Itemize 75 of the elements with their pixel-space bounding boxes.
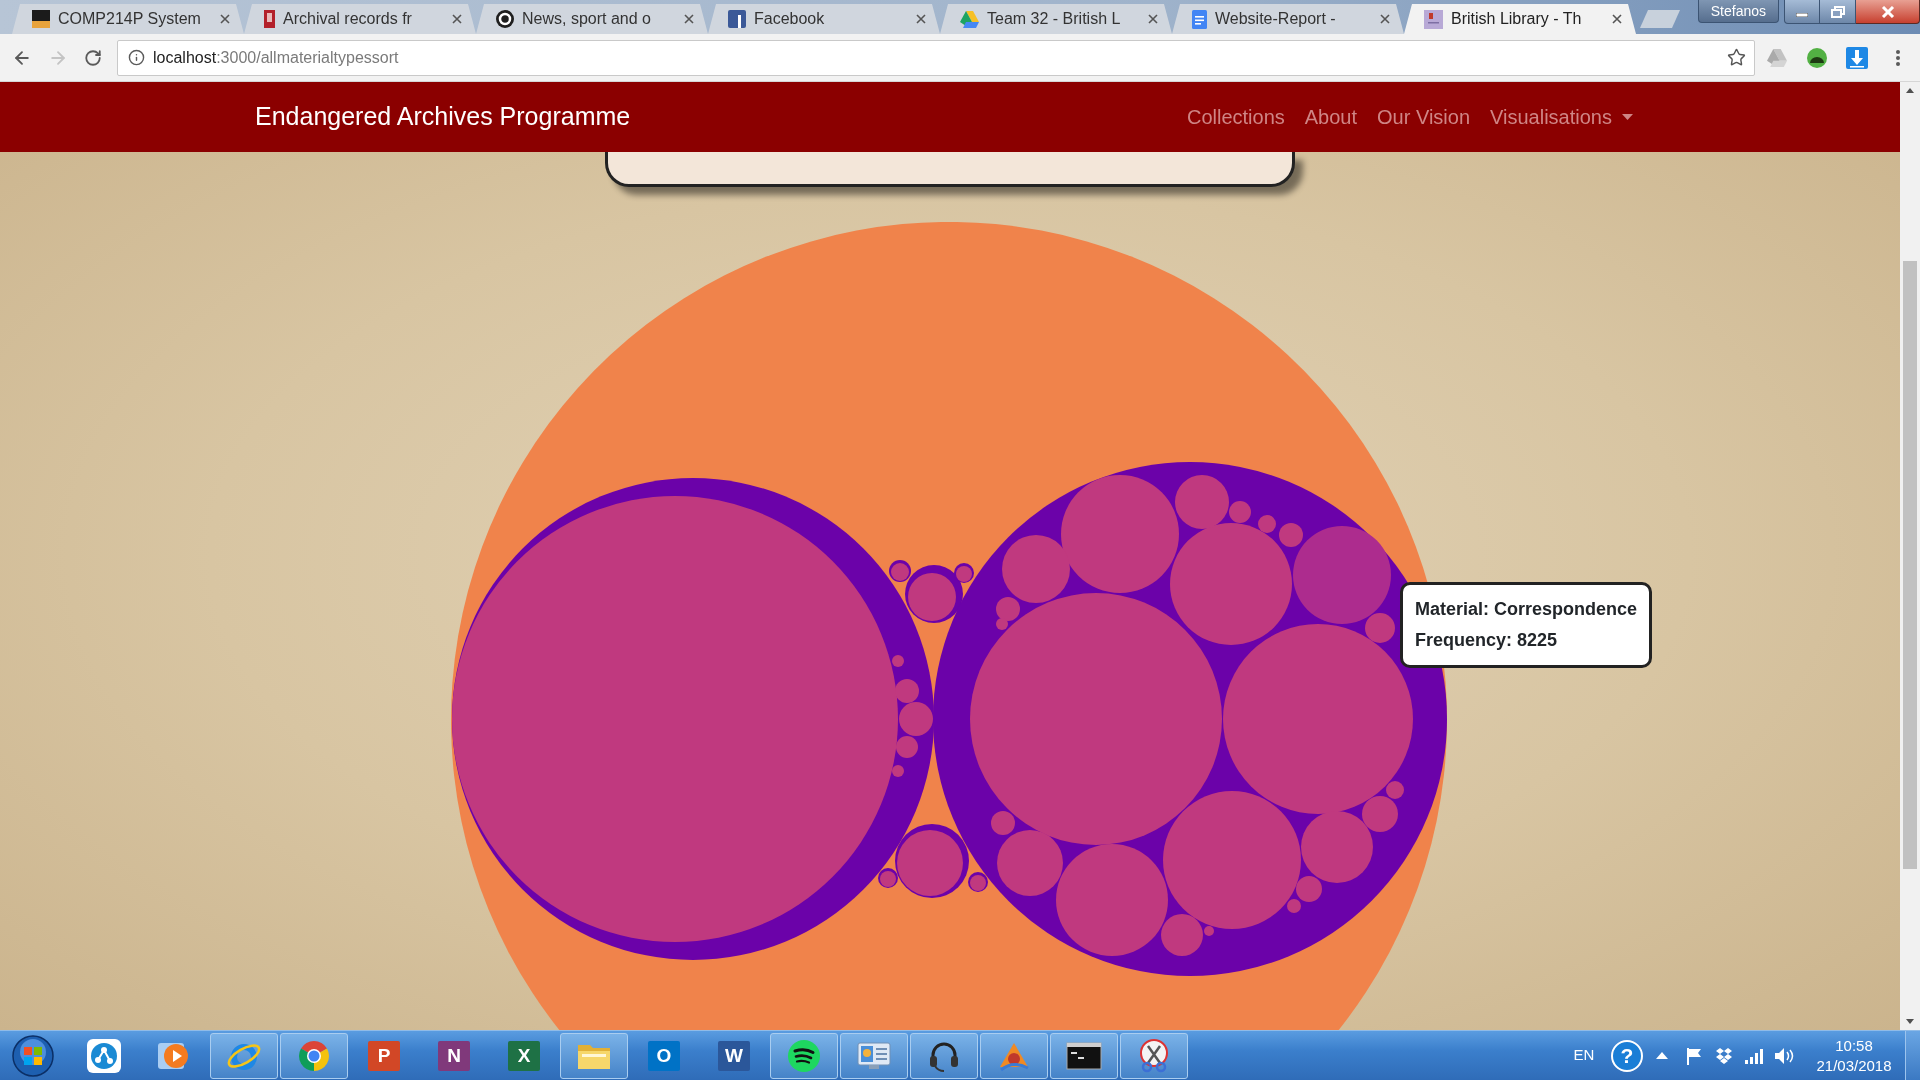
minimize-button[interactable] — [1784, 0, 1820, 24]
triangle-down-icon — [1906, 1019, 1914, 1024]
tooltip-text: Frequency: 8225 — [1415, 629, 1559, 652]
browser-tab[interactable]: Team 32 - British L — [940, 4, 1172, 34]
letter-logo: W — [718, 1040, 750, 1071]
tricolor-circle-icon — [297, 1038, 331, 1073]
circle-logo-icon — [496, 10, 514, 28]
browser-tab[interactable]: COMP214P System — [12, 4, 244, 34]
tile-icon — [32, 10, 50, 28]
square-logo-icon — [728, 10, 746, 28]
taskbar-button[interactable]: O — [630, 1032, 698, 1079]
taskbar-button[interactable]: W — [700, 1032, 768, 1079]
diamonds-icon[interactable] — [1715, 1047, 1733, 1064]
share-nodes-icon — [87, 1038, 121, 1073]
triangle-up-icon — [1906, 88, 1914, 93]
caret-up-icon[interactable] — [1656, 1052, 1668, 1059]
taskbar-button[interactable]: X — [490, 1032, 558, 1079]
bookmark-star-icon[interactable] — [1727, 48, 1746, 67]
address-field[interactable]: localhost:3000/allmaterialtypessort — [117, 39, 1755, 76]
letter-logo: N — [438, 1040, 470, 1071]
browser-tab[interactable]: Archival records fr — [244, 4, 476, 34]
letter-logo: P — [368, 1040, 400, 1071]
close-icon[interactable] — [684, 14, 694, 24]
letter-logo: O — [648, 1040, 680, 1071]
close-icon[interactable] — [1612, 14, 1622, 24]
triangle-logo-icon — [960, 10, 979, 28]
signal-bars-icon[interactable] — [1745, 1047, 1763, 1064]
brand-link[interactable]: Endangered Archives Programme — [255, 98, 631, 136]
clock-button[interactable]: 10:58 21/03/2018 — [1808, 1035, 1900, 1076]
letter-logo: X — [508, 1040, 540, 1071]
nav-link[interactable]: Collections — [1186, 102, 1285, 132]
extension-button[interactable] — [1805, 45, 1829, 70]
restore-icon — [1830, 5, 1845, 18]
maximize-button[interactable] — [1820, 0, 1856, 24]
close-icon[interactable] — [452, 14, 462, 24]
reload-icon — [84, 48, 102, 67]
download-icon — [1846, 46, 1868, 69]
waves-circle-icon — [787, 1038, 821, 1073]
speaker-icon[interactable] — [1774, 1046, 1794, 1065]
nav-link[interactable]: About — [1304, 102, 1358, 132]
taskbar-button[interactable] — [1050, 1032, 1118, 1079]
close-icon[interactable] — [1148, 14, 1158, 24]
browser-tab[interactable]: Website-Report - — [1172, 4, 1404, 34]
monitor-chart-icon — [856, 1039, 892, 1072]
browser-tab[interactable]: Facebook — [708, 4, 940, 34]
taskbar-button[interactable] — [770, 1032, 838, 1079]
close-window-button[interactable] — [1856, 0, 1920, 24]
menu-dots-icon — [1896, 49, 1900, 66]
taskbar-button[interactable] — [910, 1032, 978, 1079]
half-circle-icon — [1807, 47, 1827, 68]
close-icon — [1880, 5, 1895, 18]
language-button[interactable]: EN — [1569, 1044, 1599, 1067]
browser-tab[interactable]: News, sport and o — [476, 4, 708, 34]
nav-link[interactable]: Our Vision — [1377, 102, 1471, 132]
close-icon[interactable] — [220, 14, 230, 24]
book-icon — [264, 10, 275, 28]
flag-icon[interactable] — [1686, 1046, 1702, 1065]
close-icon[interactable] — [916, 14, 926, 24]
triangle-logo-icon — [1767, 48, 1787, 67]
browser-tab[interactable]: British Library - Th — [1404, 4, 1636, 34]
scroll-thumb[interactable] — [1903, 261, 1917, 869]
taskbar-button[interactable]: N — [420, 1032, 488, 1079]
document-icon — [1192, 9, 1207, 29]
minimize-icon — [1796, 13, 1808, 17]
terminal-icon — [1066, 1041, 1102, 1070]
orb-icon — [12, 1034, 54, 1077]
taskbar-button[interactable] — [1120, 1032, 1188, 1079]
info-icon[interactable] — [128, 49, 145, 66]
taskbar-button[interactable]: P — [350, 1032, 418, 1079]
thumbnail-icon — [1424, 9, 1443, 29]
nav-link[interactable]: Visualisations — [1490, 102, 1633, 132]
close-icon[interactable] — [1380, 14, 1390, 24]
tooltip-text: Material: Correspondence — [1415, 598, 1638, 621]
help-button[interactable]: ? — [1611, 1039, 1643, 1072]
profile-button[interactable]: Stefanos — [1697, 0, 1779, 23]
